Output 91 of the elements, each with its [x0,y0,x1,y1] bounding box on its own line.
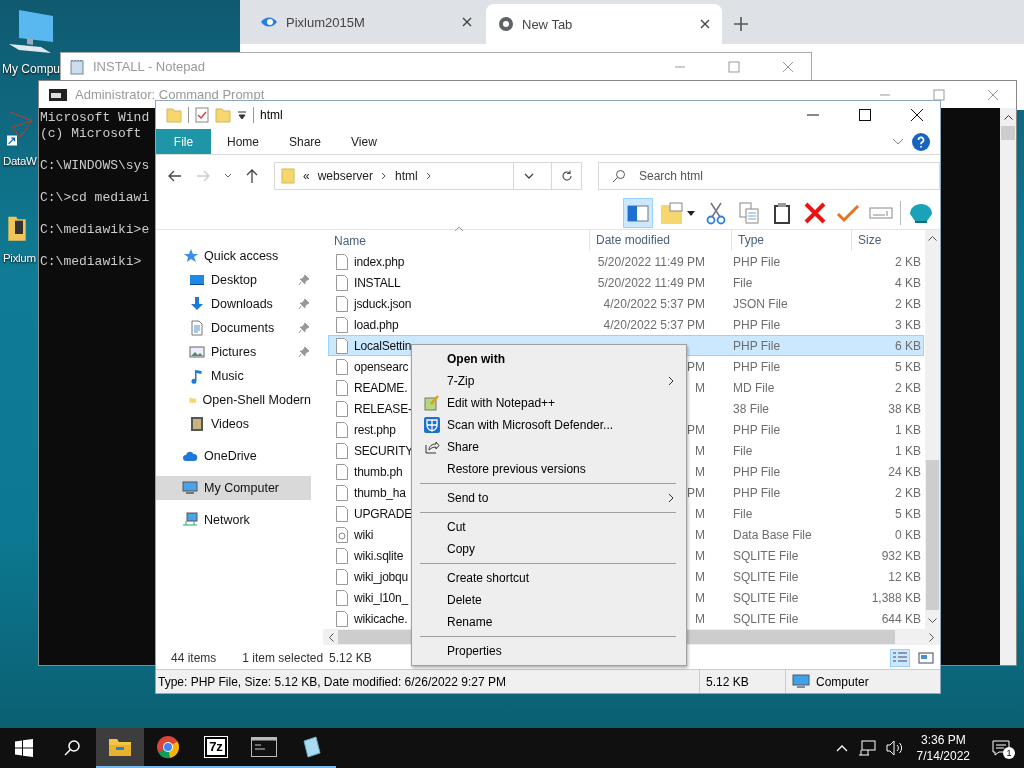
notification-badge: 1 [1003,747,1015,759]
file-name: wiki_l10n_ [354,590,409,605]
type-cell: JSON File [733,296,788,311]
date-cell: M [695,443,705,458]
type-cell: MD File [733,380,775,395]
type-cell: File [733,443,753,458]
type-cell: PHP File [733,485,781,500]
selection-status: 1 item selected [242,651,324,665]
type-cell: SQLITE File [733,569,799,584]
status-size: 5.12 KB [700,670,786,693]
date-cell: 5/20/2022 11:49 PM [597,275,705,290]
date-cell: 5/20/2022 11:49 PM [597,254,705,269]
console-line: Microsoft Wind [40,110,150,126]
type-cell: PHP File [733,359,781,374]
console-line: C:\mediawiki>e [40,222,150,238]
tab-title: New Tab [522,16,574,32]
date-cell: PM [687,359,705,374]
file-name: wiki.sqlite [354,548,404,563]
file-name: thumb.ph [354,464,403,479]
date-cell: PM [687,485,705,500]
size-cell: 2 KB [895,254,921,269]
size-cell: 644 KB [881,611,921,626]
type-cell: PHP File [733,317,781,332]
date-cell: 4/20/2022 5:37 PM [603,296,705,311]
size-cell: 5 KB [895,359,921,374]
file-name: README. [354,380,408,395]
date-cell: M [695,464,705,479]
console-line: C:\>cd mediawi [40,190,150,206]
type-cell: SQLITE File [733,548,799,563]
file-name: wiki [354,527,374,542]
archiver-logo: 7z [205,737,227,757]
type-cell: File [733,275,753,290]
size-cell: 24 KB [888,464,921,479]
file-name: INSTALL [354,275,401,290]
size-cell: 1 KB [895,422,921,437]
size-cell: 1,388 KB [871,590,921,605]
size-cell: 38 KB [888,401,921,416]
date-cell: M [695,590,705,605]
file-name: LocalSettin [354,338,412,353]
console-line: (c) Microsoft [40,126,142,142]
size-cell: 12 KB [888,569,921,584]
date-cell: M [695,380,705,395]
file-name: rest.php [354,422,396,437]
type-cell: File [733,506,753,521]
date-cell: M [695,527,705,542]
file-name: UPGRADE [354,506,412,521]
type-cell: PHP File [733,254,781,269]
type-cell: 38 File [733,401,770,416]
size-cell: 6 KB [895,338,921,353]
file-name: RELEASE- [354,401,412,416]
size-cell: 5 KB [895,506,921,521]
size-cell: 2 KB [895,296,921,311]
date-cell: M [695,548,705,563]
console-line: C:\WINDOWS\sys [40,158,150,174]
tab-title: Pixlum2015M [286,14,366,30]
file-name: load.php [354,317,399,332]
selection-size: 5.12 KB [329,651,372,665]
console-line: C:\mediawiki> [40,254,142,270]
status-zone: Computer [816,674,869,689]
type-cell: SQLITE File [733,611,799,626]
file-name: jsduck.json [354,296,412,311]
size-cell: 2 KB [895,485,921,500]
type-cell: PHP File [733,464,781,479]
file-name: wikicache. [354,611,408,626]
size-cell: 0 KB [895,527,921,542]
date-cell: 4/20/2022 5:37 PM [603,317,705,332]
date-cell: M [695,611,705,626]
clock-date: 7/14/2022 [916,748,970,764]
type-cell: SQLITE File [733,590,799,605]
size-cell: 4 KB [895,275,921,290]
file-name: wiki_jobqu [354,569,409,584]
date-cell: PM [687,422,705,437]
status-details: Type: PHP File, Size: 5.12 KB, Date modified: 6/26/2022 9:27 PM [156,670,700,693]
type-cell: PHP File [733,422,781,437]
size-cell: 932 KB [881,548,921,563]
file-name: SECURITY [354,443,414,458]
type-cell: Data Base File [733,527,812,542]
size-cell: 3 KB [895,317,921,332]
clock-time: 3:36 PM [920,732,966,748]
file-name: thumb_ha [354,485,406,500]
size-cell: 1 KB [895,443,921,458]
size-cell: 2 KB [895,380,921,395]
window-title: INSTALL - Notepad [93,59,205,74]
date-cell: M [695,569,705,584]
file-name: index.php [354,254,405,269]
window-title: html [260,108,283,122]
file-name: opensearc [354,359,409,374]
date-cell: M [695,506,705,521]
type-cell: PHP File [733,338,781,353]
item-count: 44 items [171,651,217,665]
window-title: Administrator: Command Prompt [75,87,265,102]
